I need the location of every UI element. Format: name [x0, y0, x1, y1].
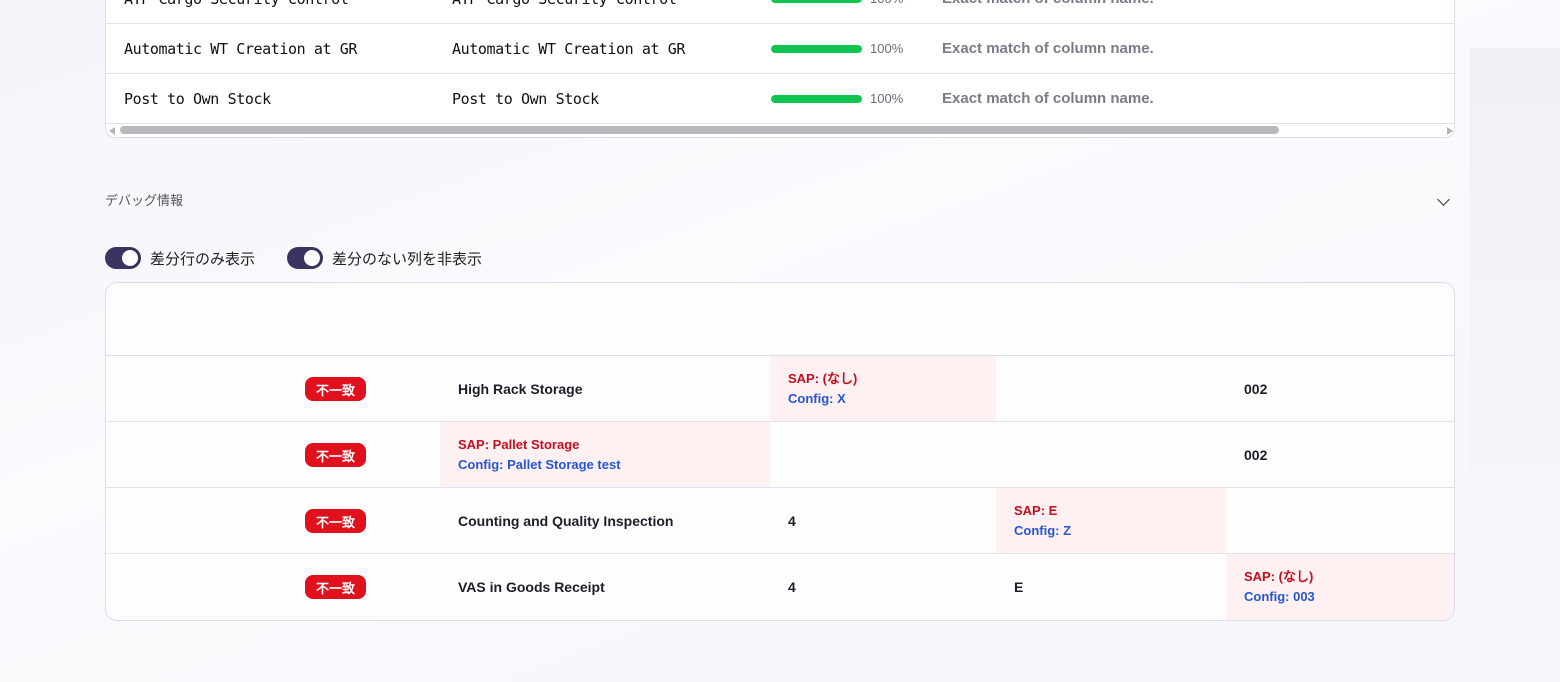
target-column-name: ATP Cargo Security Control — [452, 0, 677, 24]
status-badge: 不一致 — [305, 377, 366, 401]
table-cell: 002 — [1226, 356, 1454, 421]
match-percentage: 100% — [870, 0, 903, 24]
diff-table: 不一致 High Rack Storage SAP: (なし) Config: … — [105, 282, 1455, 621]
cell-value: 002 — [1244, 380, 1268, 397]
match-progress-fill — [771, 45, 862, 53]
match-progress-fill — [771, 95, 862, 103]
config-value: Config: X — [788, 390, 846, 406]
table-row: 不一致 SAP: Pallet Storage Config: Pallet S… — [106, 422, 1454, 488]
cell-value: 4 — [788, 579, 796, 595]
scrollbar-thumb[interactable] — [120, 126, 1279, 134]
status-badge: 不一致 — [305, 443, 366, 467]
table-cell — [996, 356, 1226, 421]
hide-unchanged-columns-toggle[interactable]: 差分のない列を非表示 — [287, 247, 482, 269]
match-progress-fill — [771, 0, 862, 3]
target-column-name: Automatic WT Creation at GR — [452, 40, 686, 58]
match-percentage: 100% — [870, 41, 904, 56]
table-cell: 4 — [770, 554, 996, 620]
config-value: Config: Pallet Storage test — [458, 456, 621, 472]
debug-info-toggle[interactable]: デバッグ情報 — [105, 190, 183, 209]
table-cell — [1226, 488, 1454, 553]
table-cell — [770, 422, 996, 487]
table-cell: High Rack Storage — [440, 356, 770, 421]
table-row: Automatic WT Creation at GR Automatic WT… — [106, 24, 1454, 74]
table-cell: VAS in Goods Receipt — [440, 554, 770, 620]
show-diff-rows-only-toggle[interactable]: 差分行のみ表示 — [105, 247, 255, 269]
cell-value: High Rack Storage — [458, 380, 583, 397]
source-column-name: ATP Cargo Security Control — [124, 0, 349, 24]
toggle-switch[interactable] — [287, 247, 323, 269]
match-reason: Exact match of column name. — [942, 0, 1154, 24]
mismatch-cell: SAP: Pallet Storage Config: Pallet Stora… — [440, 422, 770, 487]
match-progress-bar — [771, 95, 862, 103]
mismatch-cell: SAP: (なし) Config: X — [770, 356, 996, 421]
table-row: 不一致 Counting and Quality Inspection 4 SA… — [106, 488, 1454, 554]
sap-value: SAP: (なし) — [1244, 569, 1314, 584]
toggle-label: 差分のない列を非表示 — [332, 249, 483, 268]
background-shape — [1470, 48, 1560, 682]
source-column-name: Post to Own Stock — [124, 90, 271, 108]
sap-value: SAP: E — [1014, 502, 1058, 518]
table-cell: 4 — [770, 488, 996, 553]
config-value: Config: 003 — [1244, 589, 1315, 604]
toggle-knob — [122, 250, 138, 266]
table-row: Post to Own Stock Post to Own Stock 100%… — [106, 74, 1454, 124]
table-cell: Counting and Quality Inspection — [440, 488, 770, 553]
match-reason: Exact match of column name. — [942, 90, 1154, 107]
cell-value: 4 — [788, 512, 796, 529]
match-progress-bar — [771, 0, 862, 3]
table-row: ATP Cargo Security Control ATP Cargo Sec… — [106, 0, 1454, 24]
arrow-left-icon[interactable] — [109, 127, 115, 135]
mismatch-cell: SAP: (なし) Config: 003 — [1226, 554, 1454, 620]
sap-value: SAP: (なし) — [788, 370, 858, 386]
table-header — [106, 283, 1454, 356]
config-value: Config: Z — [1014, 522, 1072, 538]
table-cell — [996, 422, 1226, 487]
match-reason: Exact match of column name. — [942, 40, 1154, 57]
horizontal-scrollbar[interactable] — [106, 124, 1454, 136]
toggle-switch[interactable] — [105, 247, 141, 269]
target-column-name: Post to Own Stock — [452, 90, 599, 108]
status-badge: 不一致 — [305, 509, 366, 533]
match-percentage: 100% — [870, 91, 904, 106]
arrow-right-icon[interactable] — [1447, 127, 1453, 135]
table-cell: 002 — [1226, 422, 1454, 487]
match-progress-bar — [771, 45, 862, 53]
cell-value: VAS in Goods Receipt — [458, 579, 605, 595]
table-row: 不一致 VAS in Goods Receipt 4 E SAP: (なし) C… — [106, 554, 1454, 620]
mismatch-cell: SAP: E Config: Z — [996, 488, 1226, 553]
toggle-label: 差分行のみ表示 — [150, 249, 256, 268]
status-badge: 不一致 — [305, 575, 366, 599]
cell-value: 002 — [1244, 446, 1268, 463]
mapping-table: ATP Cargo Security Control ATP Cargo Sec… — [105, 0, 1455, 138]
table-row: 不一致 High Rack Storage SAP: (なし) Config: … — [106, 356, 1454, 422]
table-cell: E — [996, 554, 1226, 620]
sap-value: SAP: Pallet Storage — [458, 436, 580, 452]
chevron-down-icon[interactable] — [1437, 193, 1450, 206]
toggle-knob — [304, 250, 320, 266]
source-column-name: Automatic WT Creation at GR — [124, 40, 358, 58]
cell-value: E — [1014, 579, 1024, 595]
cell-value: Counting and Quality Inspection — [458, 512, 674, 529]
